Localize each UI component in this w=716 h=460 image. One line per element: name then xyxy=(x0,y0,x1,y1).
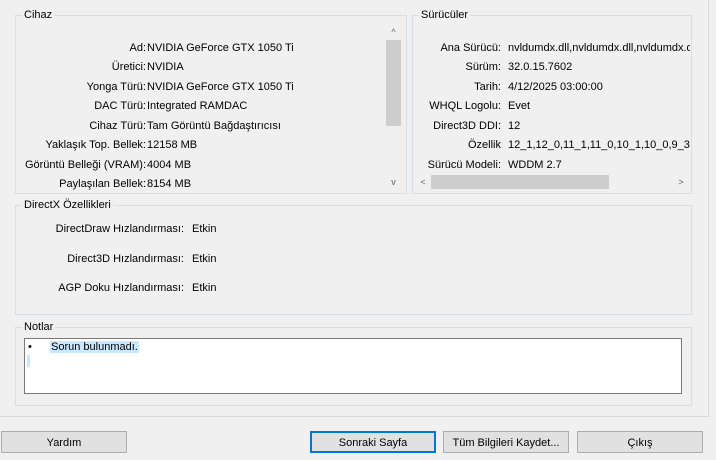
next-page-button[interactable]: Sonraki Sayfa xyxy=(310,431,436,453)
driver-row: Direct3D DDI: 12 xyxy=(413,118,691,134)
device-row: Yaklaşık Top. Bellek: 12158 MB xyxy=(16,137,384,153)
driver-value: Evet xyxy=(508,100,531,112)
driver-row: Sürücü Modeli: WDDM 2.7 xyxy=(413,157,691,172)
text-cursor-selection xyxy=(27,355,30,367)
device-value: NVIDIA GeForce GTX 1050 Ti xyxy=(147,81,294,93)
save-all-info-button[interactable]: Tüm Bilgileri Kaydet... xyxy=(443,431,569,453)
directx-feature-row: AGP Doku Hızlandırması: Etkin xyxy=(16,280,691,296)
notes-bullet: • xyxy=(28,341,32,353)
device-label: Paylaşılan Bellek: xyxy=(59,178,146,190)
drivers-group: Sürücüler Ana Sürücü: nvldumdx.dll,nvldu… xyxy=(412,8,692,194)
driver-row: Ana Sürücü: nvldumdx.dll,nvldumdx.dll,nv… xyxy=(413,40,691,56)
device-value: 8154 MB xyxy=(147,178,192,190)
driver-row: Tarih: 4/12/2025 03:00:00 xyxy=(413,79,691,95)
device-value: 4004 MB xyxy=(147,159,192,171)
device-row: Üretici: NVIDIA xyxy=(16,59,384,75)
device-scroll-thumb[interactable] xyxy=(386,40,401,126)
driver-value: 12 xyxy=(508,120,521,132)
help-button[interactable]: Yardım xyxy=(1,431,127,453)
notes-title: Notlar xyxy=(22,320,56,334)
driver-label: Ana Sürücü: xyxy=(440,42,501,54)
driver-row: Sürüm: 32.0.15.7602 xyxy=(413,59,691,75)
drivers-scroll-thumb[interactable] xyxy=(431,175,609,189)
directx-feature-label: AGP Doku Hızlandırması: xyxy=(58,282,184,294)
device-list[interactable]: Ad: NVIDIA GeForce GTX 1050 Ti Üretici: … xyxy=(16,16,384,193)
driver-value: 4/12/2025 03:00:00 xyxy=(508,81,603,93)
exit-button[interactable]: Çıkış xyxy=(577,431,703,453)
device-value: Integrated RAMDAC xyxy=(147,100,248,112)
driver-row: Özellik 12_1,12_0,11_1,11_0,10_1,10_0,9_… xyxy=(413,137,691,153)
driver-label: Sürüm: xyxy=(465,61,501,73)
directx-feature-label: DirectDraw Hızlandırması: xyxy=(55,223,184,235)
device-label: DAC Türü: xyxy=(94,100,146,112)
device-value: NVIDIA xyxy=(147,61,184,73)
display-tab-panel: Cihaz Ad: NVIDIA GeForce GTX 1050 Ti Üre… xyxy=(0,0,709,417)
scroll-right-arrow-icon[interactable]: > xyxy=(675,176,687,188)
directx-feature-value: Etkin xyxy=(192,253,217,265)
scroll-down-arrow-icon[interactable]: v xyxy=(385,176,402,188)
device-label: Yonga Türü: xyxy=(86,81,146,93)
device-label: Ad: xyxy=(129,42,146,54)
device-row: DAC Türü: Integrated RAMDAC xyxy=(16,98,384,114)
device-row: Yonga Türü: NVIDIA GeForce GTX 1050 Ti xyxy=(16,79,384,95)
directx-feature-label: Direct3D Hızlandırması: xyxy=(67,253,184,265)
device-row: Ad: NVIDIA GeForce GTX 1050 Ti xyxy=(16,40,384,56)
driver-value: 32.0.15.7602 xyxy=(508,61,573,73)
device-value: NVIDIA GeForce GTX 1050 Ti xyxy=(147,42,294,54)
device-label: Cihaz Türü: xyxy=(89,120,146,132)
driver-label: Sürücü Modeli: xyxy=(427,159,501,171)
scroll-up-arrow-icon[interactable]: ^ xyxy=(385,26,402,38)
driver-label: Direct3D DDI: xyxy=(433,120,501,132)
drivers-horizontal-scrollbar[interactable]: < > xyxy=(415,174,689,190)
device-value: Tam Görüntü Bağdaştırıcısı xyxy=(147,120,281,132)
scroll-left-arrow-icon[interactable]: < xyxy=(417,176,429,188)
directx-features-group: DirectX Özellikleri DirectDraw Hızlandır… xyxy=(15,198,692,315)
driver-value: 12_1,12_0,11_1,11_0,10_1,10_0,9_3 xyxy=(508,139,690,151)
driver-row: WHQL Logolu: Evet xyxy=(413,98,691,114)
device-row: Cihaz Türü: Tam Görüntü Bağdaştırıcısı xyxy=(16,118,384,134)
driver-value: nvldumdx.dll,nvldumdx.dll,nvldumdx.dll xyxy=(508,42,690,54)
notes-text: Sorun bulunmadı. xyxy=(50,341,139,353)
device-group: Cihaz Ad: NVIDIA GeForce GTX 1050 Ti Üre… xyxy=(15,8,407,194)
driver-label: Özellik xyxy=(467,139,501,151)
drivers-list[interactable]: Ana Sürücü: nvldumdx.dll,nvldumdx.dll,nv… xyxy=(413,16,691,172)
device-vertical-scrollbar[interactable]: ^ v xyxy=(385,22,402,190)
directx-feature-row: DirectDraw Hızlandırması: Etkin xyxy=(16,221,691,237)
directx-feature-value: Etkin xyxy=(192,223,217,235)
device-label: Yaklaşık Top. Bellek: xyxy=(45,139,146,151)
driver-label: WHQL Logolu: xyxy=(429,100,501,112)
directx-feature-row: Direct3D Hızlandırması: Etkin xyxy=(16,251,691,267)
device-label: Üretici: xyxy=(111,61,146,73)
driver-value: WDDM 2.7 xyxy=(508,159,562,171)
directx-features-title: DirectX Özellikleri xyxy=(22,198,113,212)
device-value: 12158 MB xyxy=(147,139,198,151)
device-row: Görüntü Belleği (VRAM): 4004 MB xyxy=(16,157,384,173)
device-row: Paylaşılan Bellek: 8154 MB xyxy=(16,176,384,192)
device-label: Görüntü Belleği (VRAM): xyxy=(24,159,146,171)
notes-text-area[interactable]: • Sorun bulunmadı. xyxy=(24,338,682,394)
driver-label: Tarih: xyxy=(474,81,501,93)
directx-feature-value: Etkin xyxy=(192,282,217,294)
